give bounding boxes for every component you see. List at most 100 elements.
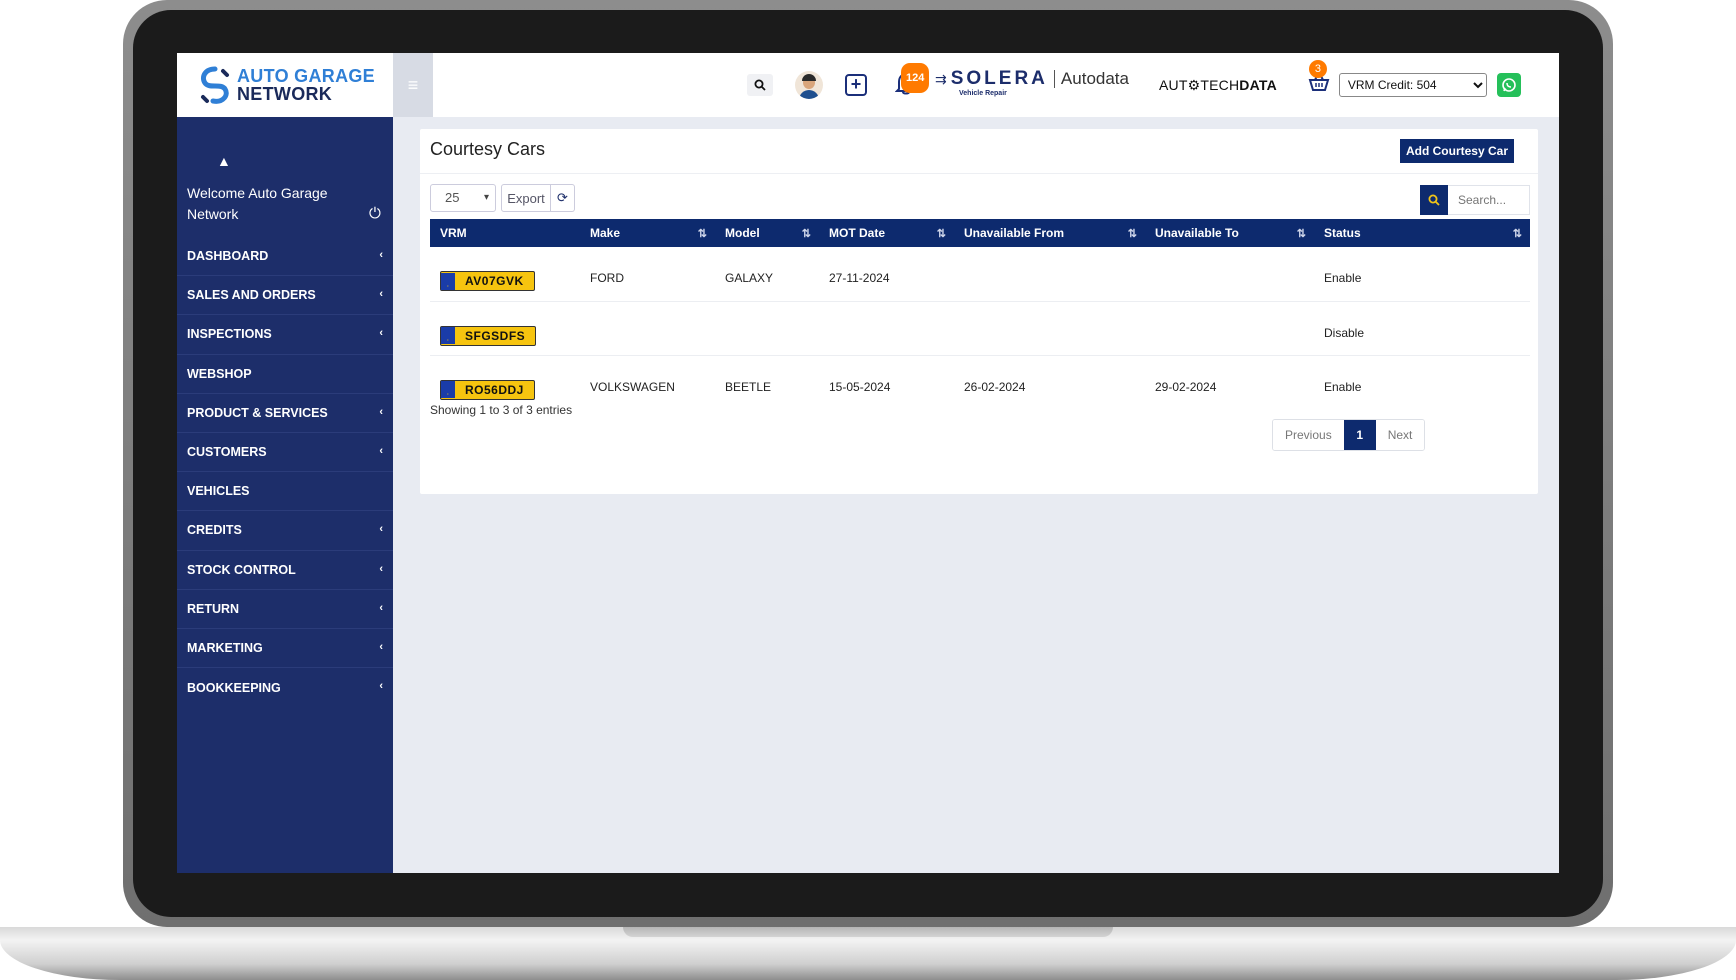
app-screen: AUTO GARAGE NETWORK ≡ + 124 ⇉ SOLERA Aut… [177, 53, 1559, 873]
sidebar-item-stock-control[interactable]: STOCK CONTROL ‹ [177, 551, 393, 590]
sidebar-item-label: MARKETING [187, 640, 263, 655]
search-icon [1428, 194, 1440, 206]
table-row[interactable]: · SFGSDFS Disable [430, 301, 1530, 356]
whatsapp-button[interactable] [1496, 73, 1521, 97]
brand-logo[interactable]: AUTO GARAGE NETWORK [177, 53, 393, 117]
solera-logo-icon: ⇉ [935, 71, 947, 87]
number-plate[interactable]: · RO56DDJ [440, 379, 535, 400]
sidebar-item-label: RETURN [187, 601, 240, 616]
welcome-message: Welcome Auto Garage Network [187, 185, 328, 222]
refresh-button[interactable]: ⟳ [551, 184, 575, 212]
make-cell [580, 301, 715, 356]
export-button[interactable]: Export [501, 184, 551, 212]
cart-button[interactable]: 3 [1307, 60, 1331, 98]
logo-separator [1053, 70, 1055, 88]
sidebar-item-vehicles[interactable]: VEHICLES [177, 472, 393, 512]
chevron-left-icon: ‹ [379, 444, 383, 457]
plate-flag-icon: · [441, 272, 455, 290]
sidebar-item-label: SALES AND ORDERS [187, 288, 316, 303]
menu-toggle-button[interactable]: ≡ [393, 53, 433, 117]
number-plate[interactable]: · SFGSDFS [440, 325, 537, 346]
page-length-select[interactable]: 25 ▾ [430, 184, 496, 212]
status-cell[interactable]: Disable [1314, 301, 1530, 356]
pagination-page-current[interactable]: 1 [1343, 420, 1376, 450]
notifications-button[interactable]: 124 [893, 63, 930, 99]
sort-icon: ⇅ [801, 228, 811, 240]
unavailable-to-cell [1145, 247, 1314, 302]
unavailable-from-cell [954, 301, 1145, 356]
sidebar-item-label: DASHBOARD [187, 249, 269, 264]
add-courtesy-car-button[interactable]: Add Courtesy Car [1400, 139, 1514, 163]
column-header-unavailable-to[interactable]: Unavailable To ⇅ [1145, 219, 1314, 247]
sort-icon: ⇅ [697, 228, 707, 240]
column-header-status[interactable]: Status ⇅ [1314, 219, 1530, 247]
sidebar-item-credits[interactable]: CREDITS ‹ [177, 511, 393, 551]
chevron-left-icon: ‹ [379, 249, 383, 261]
chevron-left-icon: ‹ [379, 601, 383, 614]
avatar-body-shape [799, 90, 819, 99]
pagination: Previous 1 Next [1272, 419, 1426, 451]
unavailable-to-cell [1145, 301, 1314, 356]
sidebar: ▲ Welcome Auto Garage Network ⏻ DASHBOAR… [177, 117, 393, 873]
chevron-left-icon: ‹ [379, 562, 383, 575]
sidebar-item-inspections[interactable]: INSPECTIONS ‹ [177, 315, 393, 355]
solera-autodata-link[interactable]: ⇉ SOLERA Autodata Vehicle Repair [935, 68, 1129, 100]
plus-icon: + [850, 74, 862, 94]
page-length-value: 25 [445, 190, 460, 205]
column-header-label: Status [1324, 226, 1361, 240]
vrm-credit-select[interactable]: VRM Credit: 504 [1338, 73, 1487, 97]
status-cell[interactable]: Enable [1314, 355, 1530, 409]
sidebar-item-sales-and-orders[interactable]: SALES AND ORDERS ‹ [177, 276, 393, 316]
scroll-up-arrow-icon[interactable]: ▲ [217, 153, 231, 169]
solera-logo-text: SOLERA [950, 68, 1048, 89]
sidebar-item-bookkeeping[interactable]: BOOKKEEPING ‹ [177, 668, 393, 707]
sidebar-item-label: BOOKKEEPING [187, 680, 281, 695]
pagination-previous[interactable]: Previous [1273, 420, 1344, 450]
plate-text: RO56DDJ [465, 382, 524, 397]
model-cell: BEETLE [725, 379, 772, 394]
courtesy-cars-table: VRM Make ⇅ Model ⇅ MOT Date ⇅ Unavailable F… [430, 219, 1530, 409]
sidebar-item-return[interactable]: RETURN ‹ [177, 590, 393, 629]
column-header-vrm[interactable]: VRM [430, 219, 580, 247]
column-header-make[interactable]: Make ⇅ [580, 219, 715, 247]
sort-icon: ⇅ [1296, 228, 1306, 240]
chevron-left-icon: ‹ [379, 288, 383, 301]
make-cell: FORD [580, 247, 715, 302]
mot-date-cell: 15-05-2024 [829, 379, 891, 394]
pagination-next[interactable]: Next [1375, 420, 1425, 450]
table-row[interactable]: · RO56DDJ VOLKSWAGEN BEETLE 15-05-2024 26… [430, 355, 1530, 409]
column-header-label: Unavailable To [1155, 226, 1239, 240]
brand-logo-icon [200, 66, 229, 104]
table-search-button[interactable] [1420, 185, 1448, 215]
sidebar-item-marketing[interactable]: MARKETING ‹ [177, 629, 393, 669]
chevron-left-icon: ‹ [379, 640, 383, 653]
user-avatar[interactable] [795, 71, 823, 99]
courtesy-cars-panel: Courtesy Cars Add Courtesy Car 25 ▾ Expo… [420, 129, 1538, 494]
plate-text: AV07GVK [465, 274, 524, 288]
sidebar-item-product-services[interactable]: PRODUCT & SERVICES ‹ [177, 394, 393, 433]
sidebar-item-label: VEHICLES [187, 484, 250, 499]
column-header-model[interactable]: Model ⇅ [715, 219, 819, 247]
panel-divider [420, 173, 1538, 174]
table-search-input[interactable] [1448, 185, 1530, 215]
sidebar-item-customers[interactable]: CUSTOMERS ‹ [177, 433, 393, 473]
autotechdata-link[interactable]: AUT⚙TECHDATA [1159, 77, 1277, 94]
logout-power-icon[interactable]: ⏻ [369, 205, 381, 222]
column-header-unavailable-from[interactable]: Unavailable From ⇅ [954, 219, 1145, 247]
status-cell[interactable]: Enable [1314, 247, 1530, 302]
add-new-button[interactable]: + [845, 74, 867, 96]
header-search-button[interactable] [747, 74, 773, 96]
sidebar-item-webshop[interactable]: WEBSHOP [177, 355, 393, 394]
column-header-label: Unavailable From [964, 226, 1065, 240]
table-row[interactable]: · AV07GVK FORD GALAXY 27-11-2024 Enable [430, 247, 1530, 302]
column-header-mot-date[interactable]: MOT Date ⇅ [819, 219, 954, 247]
column-header-label: Make [590, 226, 621, 240]
number-plate[interactable]: · AV07GVK [440, 271, 535, 291]
model-cell: GALAXY [715, 247, 819, 302]
make-cell: VOLKSWAGEN [590, 379, 675, 394]
sidebar-item-label: CUSTOMERS [187, 445, 267, 460]
sidebar-item-dashboard[interactable]: DASHBOARD ‹ [177, 237, 393, 277]
chevron-left-icon: ‹ [379, 680, 383, 693]
plate-flag-icon: · [441, 381, 455, 398]
unavailable-from-cell [954, 247, 1145, 302]
